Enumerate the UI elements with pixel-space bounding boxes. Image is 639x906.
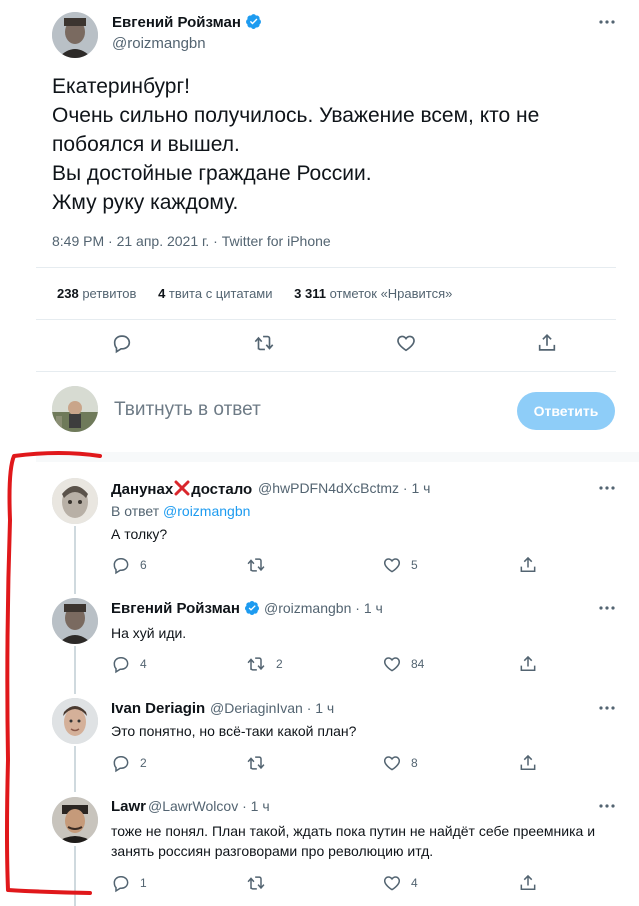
reply-action[interactable]: 6 <box>111 555 147 575</box>
retweet-action[interactable] <box>245 555 276 575</box>
reply-count: 1 <box>140 876 147 890</box>
reply-text: Это понятно, но всё-таки какой план? <box>111 723 357 739</box>
share-icon[interactable] <box>518 873 538 893</box>
reply-text: А толку? <box>111 526 168 542</box>
share-icon[interactable] <box>518 654 538 674</box>
like-action[interactable]: 8 <box>382 753 418 773</box>
reply-count: 6 <box>140 558 147 572</box>
like-action[interactable]: 5 <box>382 555 418 575</box>
author-name-text[interactable]: Евгений Ройзман <box>112 14 241 31</box>
share-icon[interactable] <box>518 555 538 575</box>
reply-text: На хуй иди. <box>111 625 187 641</box>
reply-icon <box>111 555 131 575</box>
author-name[interactable]: Евгений Ройзман <box>112 13 262 31</box>
cross-mark-icon <box>174 480 190 496</box>
thread-line <box>74 746 76 792</box>
retweet-icon <box>245 873 267 893</box>
retweet-icon[interactable] <box>252 332 276 354</box>
retweets-stat[interactable]: 238 ретвитов <box>57 286 136 301</box>
reply-author-name[interactable]: Евгений Ройзман <box>111 600 260 617</box>
like-count: 84 <box>411 657 425 671</box>
more-options-icon[interactable] <box>597 698 617 718</box>
more-options-icon[interactable] <box>597 478 617 498</box>
replying-to-link[interactable]: @roizmangbn <box>163 503 250 519</box>
more-options-icon[interactable] <box>597 796 617 816</box>
like-action[interactable]: 84 <box>382 654 424 674</box>
like-action[interactable]: 4 <box>382 873 418 893</box>
retweet-action[interactable] <box>245 873 276 893</box>
reply-author-name[interactable]: Данунах достало <box>111 480 252 498</box>
reply-author-handle[interactable]: @roizmangbn · 1 ч <box>264 600 383 616</box>
thread-line <box>74 846 76 906</box>
reply-author-handle[interactable]: @LawrWolcov · 1 ч <box>148 798 270 814</box>
reply-text: тоже не понял. План такой, ждать пока пу… <box>111 823 596 859</box>
reply-count: 4 <box>140 657 147 671</box>
reply-author-name[interactable]: Ivan Deriagin <box>111 700 205 717</box>
tweet-stats: 238 ретвитов 4 твита с цитатами 3 311 от… <box>57 286 470 301</box>
like-icon[interactable] <box>395 332 417 354</box>
reply-avatar[interactable] <box>52 698 98 744</box>
retweet-count: 2 <box>276 657 283 671</box>
tweet-meta[interactable]: 8:49 PM · 21 апр. 2021 г. · Twitter for … <box>52 233 331 249</box>
reply-time[interactable]: · 1 ч <box>242 798 270 814</box>
reply-time[interactable]: · 1 ч <box>355 600 383 616</box>
reply-author-handle[interactable]: @DeriaginIvan · 1 ч <box>210 700 334 716</box>
share-icon[interactable] <box>518 753 538 773</box>
reply-input[interactable]: Твитнуть в ответ <box>114 399 261 421</box>
verified-badge-icon <box>244 600 260 616</box>
like-icon <box>382 753 402 773</box>
reply-action[interactable]: 2 <box>111 753 147 773</box>
replying-to: В ответ @roizmangbn <box>111 503 251 519</box>
reply-icon[interactable] <box>111 332 133 354</box>
reply-action[interactable]: 4 <box>111 654 147 674</box>
thread-line <box>74 526 76 594</box>
share-icon[interactable] <box>536 332 558 354</box>
reply-author-handle[interactable]: @hwPDFN4dXcBctmz · 1 ч <box>258 480 430 496</box>
quotes-stat[interactable]: 4 твита с цитатами <box>158 286 272 301</box>
reply-button[interactable]: Ответить <box>517 392 615 430</box>
retweet-icon <box>245 753 267 773</box>
like-icon <box>382 873 402 893</box>
reply-icon <box>111 873 131 893</box>
thread-line <box>74 646 76 694</box>
reply-count: 2 <box>140 756 147 770</box>
tweet-text: Екатеринбург! Очень сильно получилось. У… <box>52 75 540 214</box>
reply-time[interactable]: · 1 ч <box>307 700 335 716</box>
divider <box>36 267 616 268</box>
retweet-action[interactable]: 2 <box>245 654 283 674</box>
like-icon <box>382 555 402 575</box>
reply-time[interactable]: · 1 ч <box>403 480 431 496</box>
reply-action[interactable]: 1 <box>111 873 147 893</box>
section-separator <box>36 452 639 462</box>
retweet-icon <box>245 555 267 575</box>
like-count: 4 <box>411 876 418 890</box>
retweet-icon <box>245 654 267 674</box>
current-user-avatar[interactable] <box>52 386 98 432</box>
reply-icon <box>111 753 131 773</box>
reply-avatar[interactable] <box>52 478 98 524</box>
like-icon <box>382 654 402 674</box>
reply-author-name[interactable]: Lawr <box>111 798 146 815</box>
verified-badge-icon <box>245 13 262 30</box>
reply-icon <box>111 654 131 674</box>
like-count: 5 <box>411 558 418 572</box>
retweet-action[interactable] <box>245 753 276 773</box>
author-handle[interactable]: @roizmangbn <box>112 35 206 52</box>
author-avatar[interactable] <box>52 12 98 58</box>
reply-avatar[interactable] <box>52 797 98 843</box>
reply-avatar[interactable] <box>52 598 98 644</box>
divider <box>36 371 616 372</box>
likes-stat[interactable]: 3 311 отметок «Нравится» <box>294 286 452 301</box>
like-count: 8 <box>411 756 418 770</box>
divider <box>36 319 616 320</box>
more-options-icon[interactable] <box>597 598 617 618</box>
more-options-icon[interactable] <box>597 12 617 32</box>
